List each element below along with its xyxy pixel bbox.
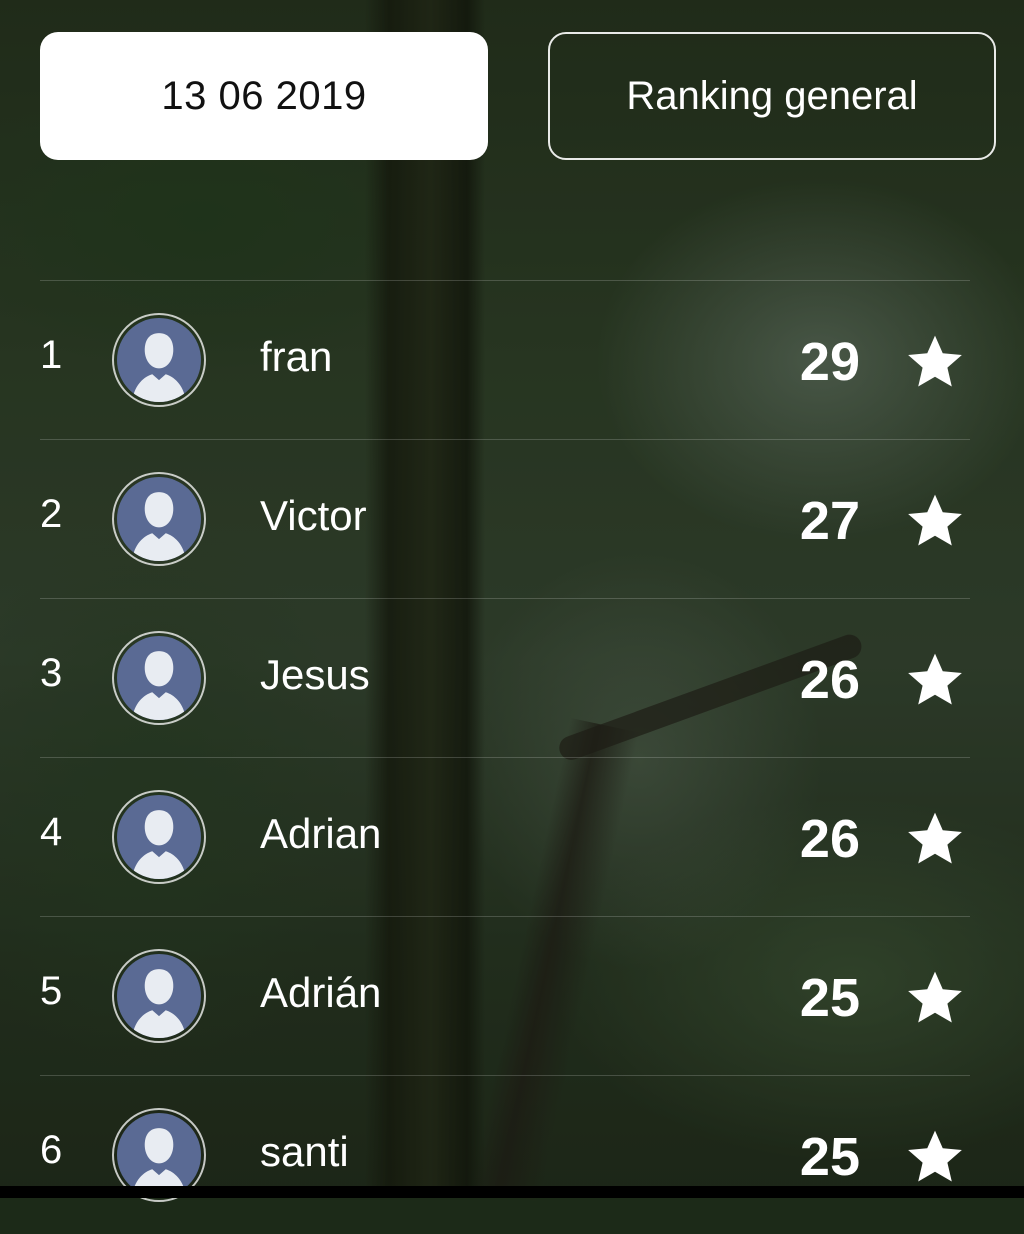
player-score: 29 bbox=[799, 332, 860, 392]
ranking-row[interactable]: 3 Jesus 26 bbox=[40, 598, 970, 757]
player-score: 26 bbox=[799, 650, 860, 710]
player-score: 26 bbox=[799, 809, 860, 869]
ranking-list: 1 fran 29 2 Victor 27 3 Jesus 26 4 Adria… bbox=[40, 280, 970, 1234]
rank-number: 6 bbox=[40, 1128, 63, 1172]
rank-number: 3 bbox=[40, 651, 63, 695]
rank-number: 5 bbox=[40, 969, 63, 1013]
player-score: 25 bbox=[799, 1127, 860, 1187]
user-avatar-icon bbox=[132, 810, 186, 879]
ranking-general-button[interactable]: Ranking general bbox=[548, 32, 996, 160]
player-name: santi bbox=[260, 1128, 349, 1175]
star-icon bbox=[908, 335, 962, 387]
avatar[interactable] bbox=[112, 472, 206, 566]
star-icon bbox=[908, 812, 962, 864]
player-name: Victor bbox=[260, 492, 367, 539]
bottom-bar bbox=[0, 1186, 1024, 1198]
ranking-row[interactable]: 5 Adrián 25 bbox=[40, 916, 970, 1075]
player-name: Adrián bbox=[260, 969, 382, 1016]
date-button[interactable]: 13 06 2019 bbox=[40, 32, 488, 160]
user-avatar-icon bbox=[132, 651, 186, 720]
star-icon bbox=[908, 1130, 962, 1182]
avatar[interactable] bbox=[112, 313, 206, 407]
player-score: 27 bbox=[799, 491, 860, 551]
user-avatar-icon bbox=[132, 333, 186, 402]
player-name: fran bbox=[260, 333, 333, 380]
player-name: Adrian bbox=[260, 810, 382, 857]
rank-number: 1 bbox=[40, 333, 63, 377]
player-score: 25 bbox=[799, 968, 860, 1028]
user-avatar-icon bbox=[132, 1128, 186, 1197]
user-avatar-icon bbox=[132, 969, 186, 1038]
avatar[interactable] bbox=[112, 790, 206, 884]
rank-number: 2 bbox=[40, 492, 63, 536]
player-name: Jesus bbox=[260, 651, 370, 698]
star-icon bbox=[908, 494, 962, 546]
avatar[interactable] bbox=[112, 949, 206, 1043]
star-icon bbox=[908, 653, 962, 705]
ranking-row[interactable]: 4 Adrian 26 bbox=[40, 757, 970, 916]
avatar[interactable] bbox=[112, 631, 206, 725]
header: 13 06 2019 Ranking general bbox=[40, 32, 996, 160]
ranking-row[interactable]: 6 santi 25 bbox=[40, 1075, 970, 1234]
star-icon bbox=[908, 971, 962, 1023]
ranking-row[interactable]: 2 Victor 27 bbox=[40, 439, 970, 598]
ranking-row[interactable]: 1 fran 29 bbox=[40, 280, 970, 439]
user-avatar-icon bbox=[132, 492, 186, 561]
rank-number: 4 bbox=[40, 810, 63, 854]
